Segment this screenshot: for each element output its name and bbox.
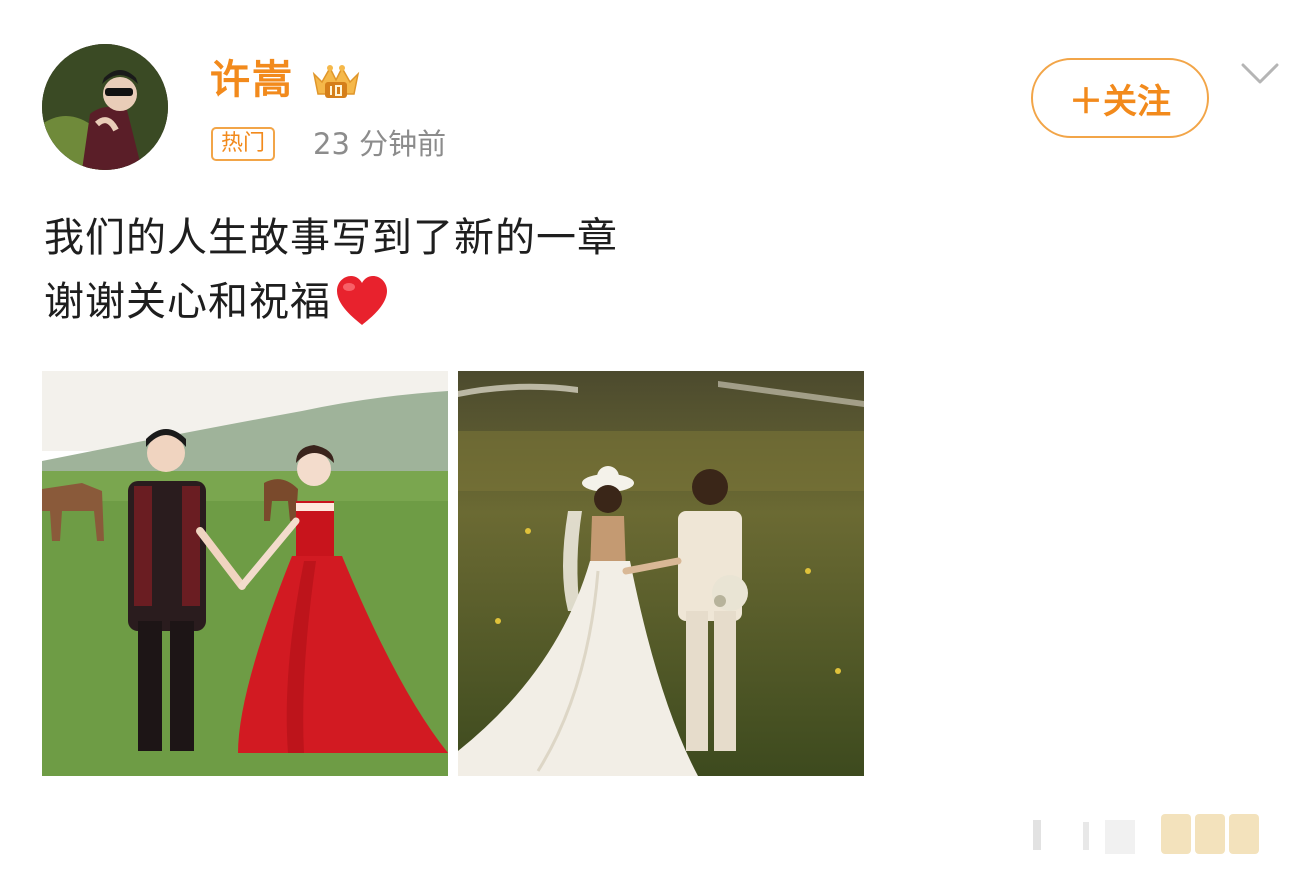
post-image-couple-red-gown bbox=[42, 371, 448, 776]
hot-badge: 热门 bbox=[211, 127, 276, 161]
weibo-post: 许嵩 热门 23 分钟前 ＋关注 我们的人生故事写到了新的一章 谢谢关心和祝福 bbox=[0, 0, 1310, 881]
chevron-down-icon[interactable] bbox=[1240, 60, 1280, 88]
post-image[interactable] bbox=[42, 371, 448, 776]
footer-watermark bbox=[1033, 814, 1259, 854]
red-heart-icon bbox=[337, 276, 387, 325]
post-text-line: 谢谢关心和祝福 bbox=[44, 279, 331, 325]
author-name[interactable]: 许嵩 bbox=[210, 56, 294, 104]
post-image[interactable] bbox=[458, 371, 864, 776]
vip-crown-icon[interactable] bbox=[308, 60, 364, 104]
post-text-line-2: 谢谢关心和祝福 bbox=[44, 270, 618, 334]
post-text-line: 我们的人生故事写到了新的一章 bbox=[44, 215, 618, 261]
avatar-image bbox=[42, 44, 168, 170]
post-timestamp: 23 分钟前 bbox=[313, 127, 447, 161]
post-text: 我们的人生故事写到了新的一章 谢谢关心和祝福 bbox=[44, 206, 618, 334]
avatar[interactable] bbox=[42, 44, 168, 170]
follow-button[interactable]: ＋关注 bbox=[1031, 58, 1209, 138]
post-image-couple-white-sunset bbox=[458, 371, 864, 776]
